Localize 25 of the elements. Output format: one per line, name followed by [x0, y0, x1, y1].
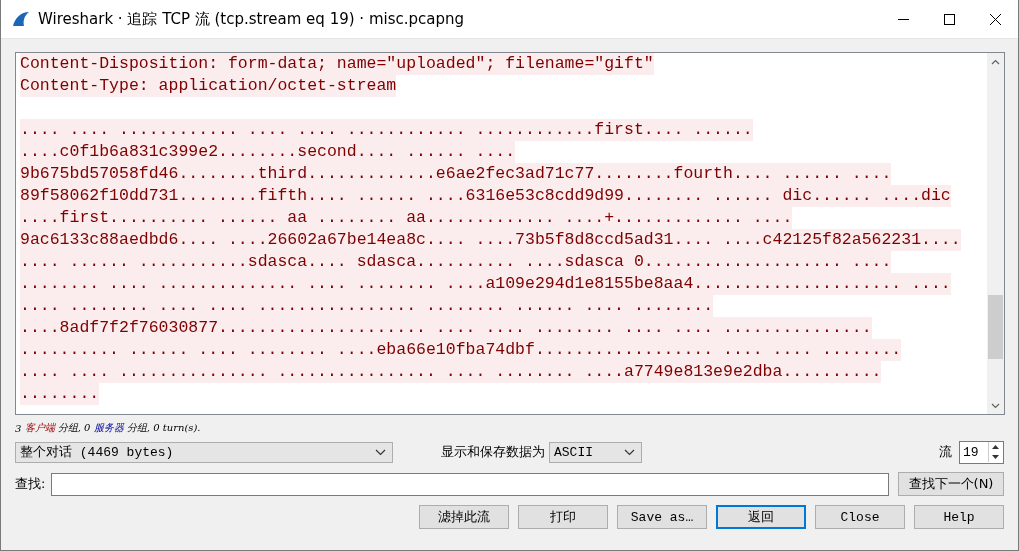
dialog-button[interactable]: 返回	[716, 505, 806, 529]
format-dropdown[interactable]: ASCII	[549, 441, 642, 463]
caret-icon	[375, 448, 386, 456]
conversation-dropdown[interactable]: 整个对话 (4469 bytes)	[15, 441, 393, 463]
stream-label: 流	[939, 443, 952, 461]
format-label: 显示和保存数据为	[441, 443, 545, 461]
caret-icon	[624, 448, 635, 456]
dialog-button[interactable]: 打印	[518, 505, 608, 529]
stream-summary: 3 客户端 分组, 0 服务器 分组, 0 turn(s).	[15, 421, 202, 436]
stream-spinbox[interactable]: 19	[959, 440, 1004, 464]
maximize-icon	[943, 13, 955, 25]
spin-up-icon[interactable]	[989, 442, 1002, 452]
spin-down-icon[interactable]	[989, 452, 1002, 462]
scrollbar-thumb[interactable]	[988, 295, 1003, 359]
dialog-button[interactable]: Help	[914, 505, 1004, 529]
dialog-button[interactable]: Save as…	[617, 505, 707, 529]
window-title: Wireshark · 追踪 TCP 流 (tcp.stream eq 19) · misc.pcapng	[38, 9, 465, 29]
close-icon	[989, 13, 1001, 25]
find-next-button[interactable]: 查找下一个(N)	[898, 472, 1004, 496]
find-field[interactable]	[51, 472, 889, 496]
dialog-button[interactable]: Close	[815, 505, 905, 529]
shark-fin-icon	[12, 11, 30, 27]
find-label: 查找:	[15, 475, 46, 493]
vertical-scrollbar[interactable]	[987, 53, 1004, 414]
dialog-button[interactable]: 滤掉此流	[419, 505, 509, 529]
